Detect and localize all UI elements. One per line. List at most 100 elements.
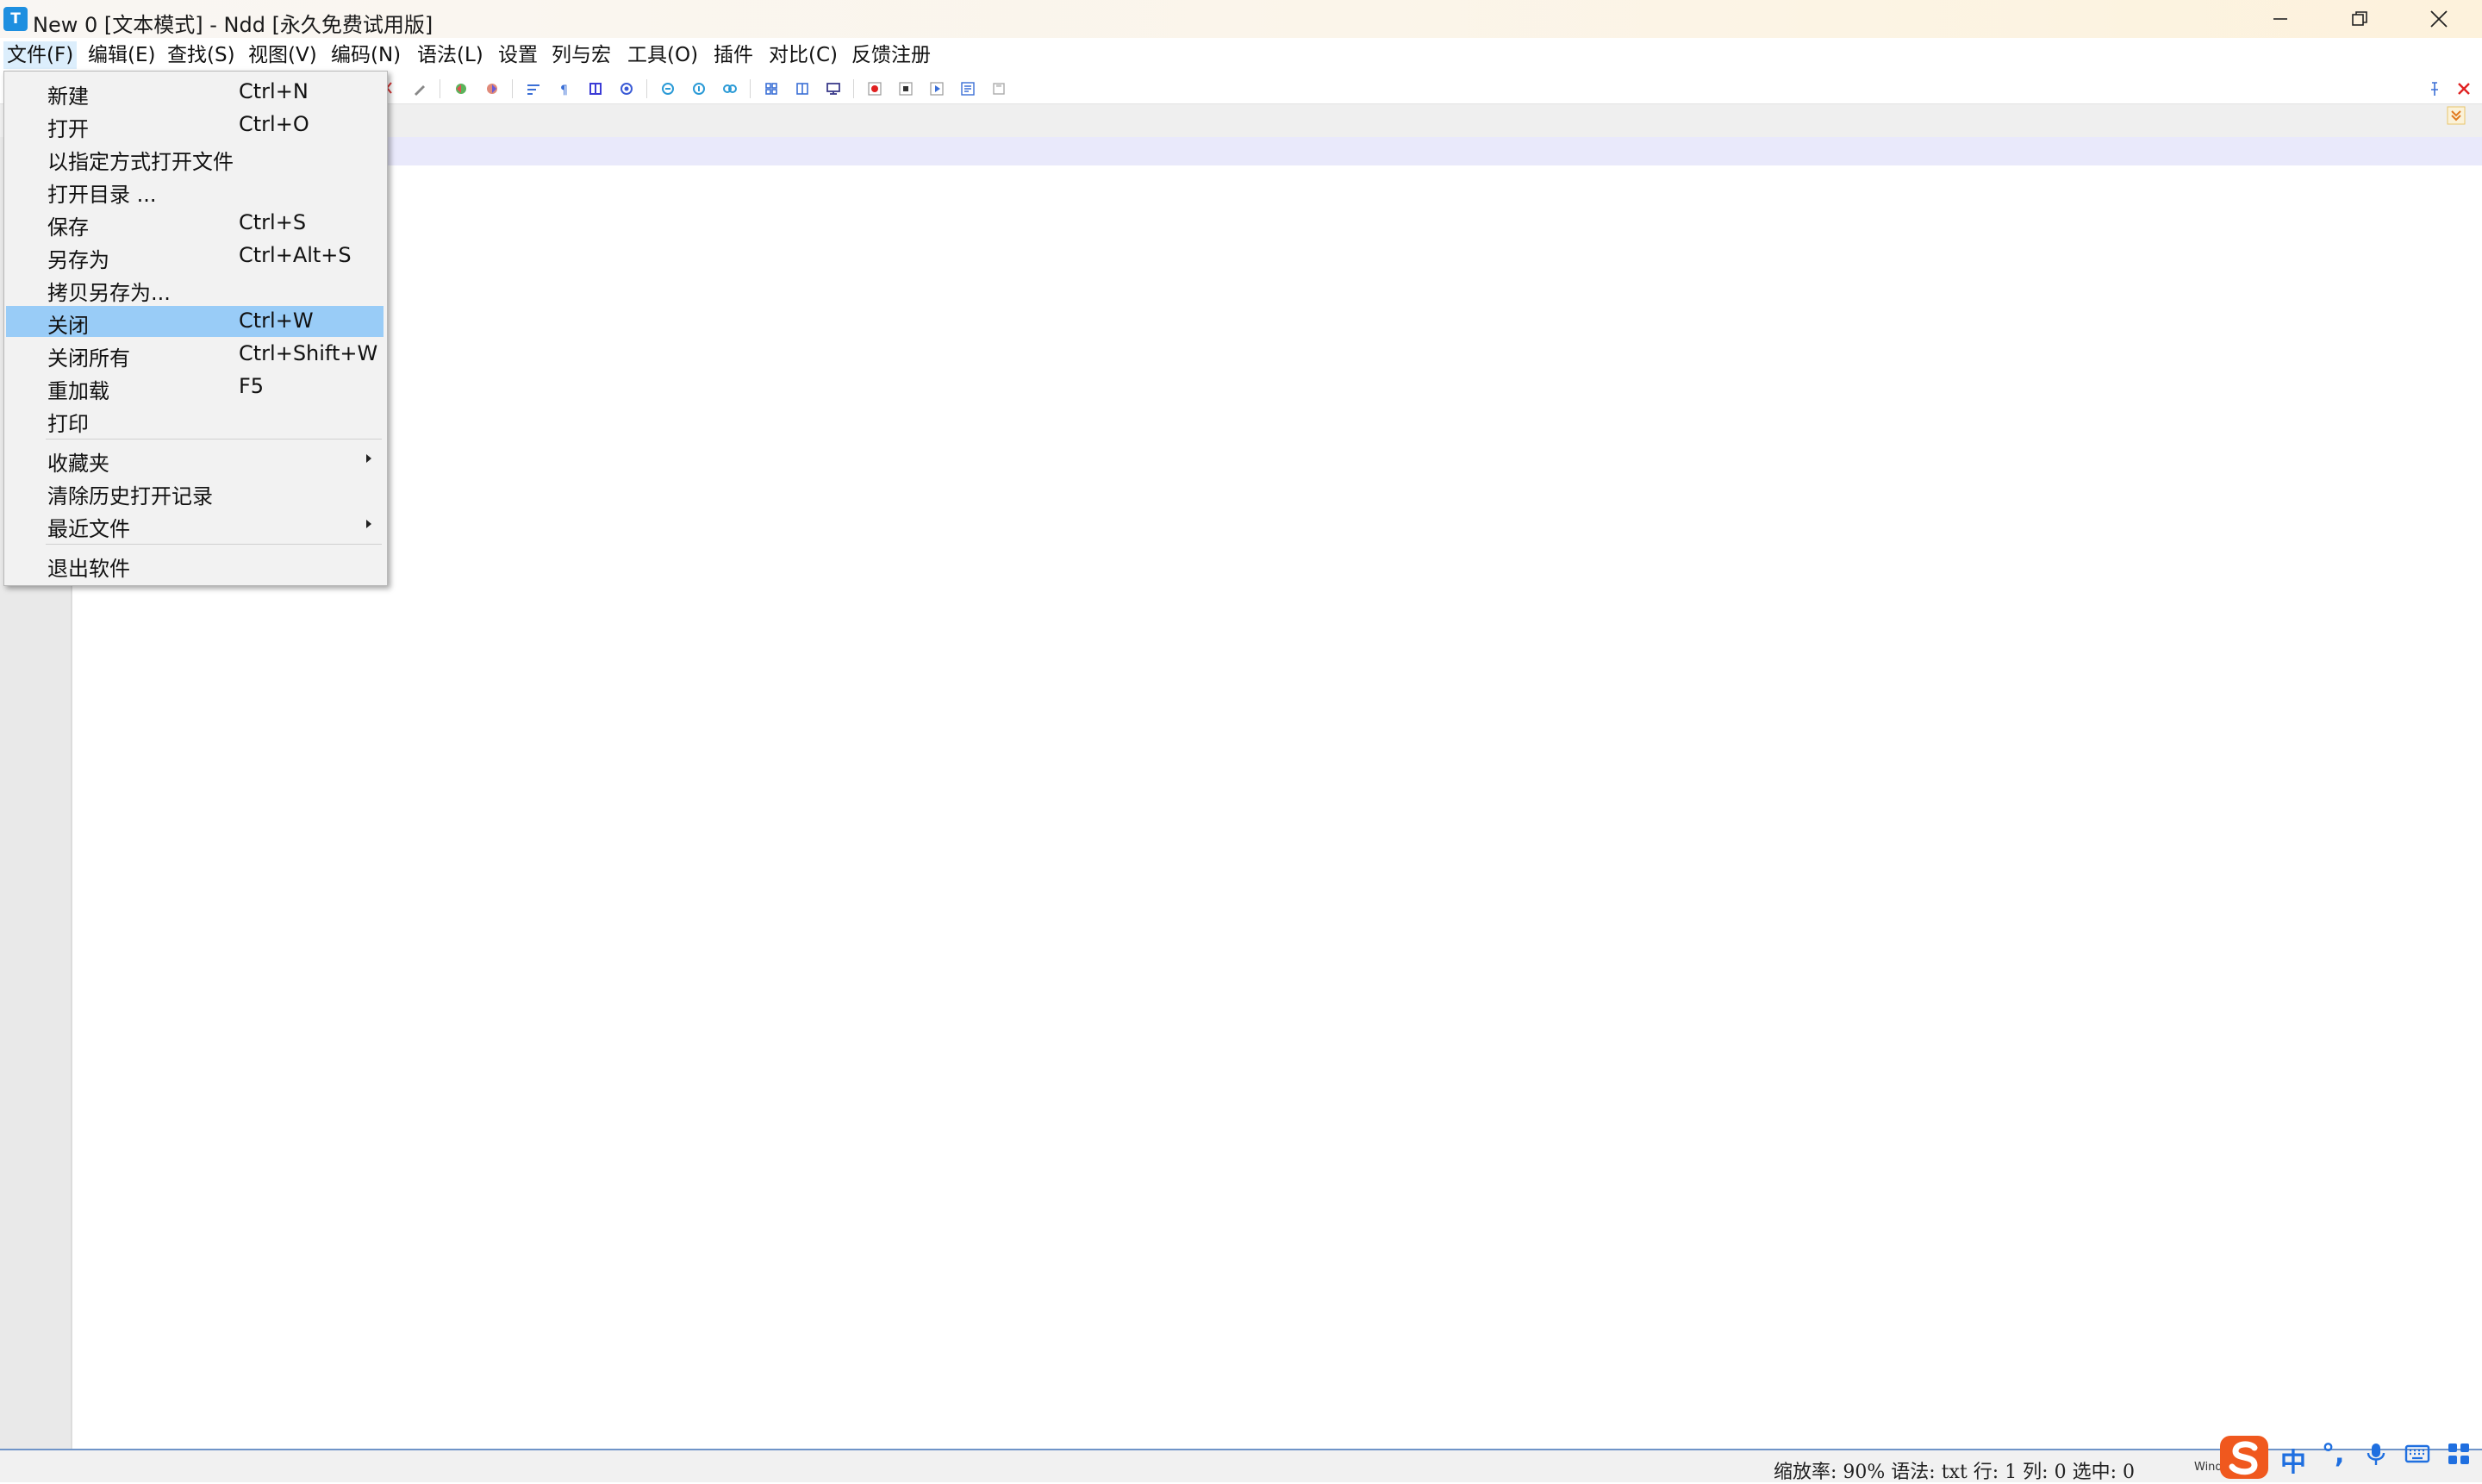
menu-column-macro[interactable]: 列与宏 [548,41,614,69]
ime-mode-label[interactable]: 中 [2280,1441,2306,1479]
menu-item-reload[interactable]: 重加载 F5 [6,371,384,403]
close-window-button[interactable] [2399,0,2479,38]
menu-compare[interactable]: 对比(C) [765,41,841,69]
menu-item-open[interactable]: 打开 Ctrl+O [6,109,384,141]
toolbar-separator [646,79,647,98]
menu-view[interactable]: 视图(V) [245,41,321,69]
menu-item-label: 收藏夹 [47,452,109,476]
tab-list-chevron-icon[interactable] [2446,105,2466,126]
menu-item-label: 另存为 [47,248,109,272]
menu-item-label: 关闭所有 [47,346,130,371]
split-view-icon[interactable] [795,81,810,97]
menu-encoding[interactable]: 编码(N) [327,41,404,69]
menu-item-shortcut: Ctrl+N [239,79,309,103]
menu-item-shortcut: Ctrl+S [239,210,307,234]
menu-item-label: 清除历史打开记录 [47,484,213,508]
minimize-button[interactable] [2241,0,2320,38]
pencil-icon[interactable] [412,81,427,97]
menu-item-open-with[interactable]: 以指定方式打开文件 [6,142,384,174]
word-wrap-icon[interactable] [526,81,541,97]
redo-icon[interactable] [484,81,500,97]
submenu-arrow-icon [366,454,371,463]
sogou-s-logo-icon[interactable] [2217,1431,2272,1482]
menu-syntax[interactable]: 语法(L) [414,41,487,69]
menu-item-shortcut: Ctrl+Alt+S [239,243,352,267]
menu-item-label: 关闭 [47,314,89,338]
menu-item-shortcut: F5 [239,374,265,398]
menu-find[interactable]: 查找(S) [164,41,239,69]
keyboard-icon[interactable] [2404,1441,2430,1467]
toolbar-separator [512,79,513,98]
menu-separator [46,544,382,545]
microphone-icon[interactable] [2363,1441,2389,1467]
pin-icon[interactable] [2427,81,2442,97]
submenu-arrow-icon [366,520,371,528]
file-menu-dropdown: 新建 Ctrl+N 打开 Ctrl+O 以指定方式打开文件 打开目录 ... 保… [3,71,388,586]
window-title: New 0 [文本模式] - Ndd [永久免费试用版] [33,13,433,37]
menu-tools[interactable]: 工具(O) [624,41,702,69]
toolbar-separator [750,79,751,98]
menu-item-label: 打开 [47,117,89,141]
menu-settings[interactable]: 设置 [495,41,541,69]
target-icon[interactable] [619,81,634,97]
menu-item-save[interactable]: 保存 Ctrl+S [6,208,384,240]
menu-item-label: 退出软件 [47,557,130,581]
indent-guide-icon[interactable] [588,81,603,97]
menu-plugins[interactable]: 插件 [710,41,757,69]
menu-item-save-as[interactable]: 另存为 Ctrl+Alt+S [6,240,384,272]
menu-item-label: 新建 [47,84,89,109]
menu-item-exit[interactable]: 退出软件 [6,549,384,581]
play-macro-icon[interactable] [929,81,945,97]
menu-item-shortcut: Ctrl+Shift+W [239,341,378,365]
zoom-in-icon[interactable] [660,81,676,97]
record-macro-icon[interactable] [867,81,882,97]
menu-item-close-all[interactable]: 关闭所有 Ctrl+Shift+W [6,339,384,371]
toolbar-separator [853,79,854,98]
svg-text:¶: ¶ [560,84,568,97]
menu-item-label: 最近文件 [47,517,130,541]
stop-macro-icon[interactable] [898,81,914,97]
menu-item-new[interactable]: 新建 Ctrl+N [6,77,384,109]
monitor-icon[interactable] [826,81,841,97]
minimize-icon [2273,18,2287,20]
app-icon: T [3,7,28,31]
menu-item-print[interactable]: 打印 [6,404,384,436]
grid-view-icon[interactable] [764,81,779,97]
menu-item-clear-history[interactable]: 清除历史打开记录 [6,477,384,508]
restore-icon [2352,11,2367,26]
menu-bar: 文件(F) 编辑(E) 查找(S) 视图(V) 编码(N) 语法(L) 设置 列… [0,38,2482,72]
menu-item-save-copy-as[interactable]: 拷贝另存为... [6,273,384,305]
menu-file[interactable]: 文件(F) [3,41,78,69]
save-macro-icon[interactable] [991,81,1007,97]
menu-item-recent-files[interactable]: 最近文件 [6,509,384,541]
menu-feedback-register[interactable]: 反馈注册 [848,41,934,69]
menu-item-shortcut: Ctrl+W [239,309,314,333]
menu-separator [46,439,382,440]
zoom-out-icon[interactable] [691,81,707,97]
status-text: 缩放率: 90% 语法: txt 行: 1 列: 0 选中: 0 [1774,1462,2135,1483]
menu-item-shortcut: Ctrl+O [239,112,309,136]
undo-icon[interactable] [453,81,469,97]
sync-scroll-icon[interactable] [722,81,738,97]
menu-item-label: 打开目录 ... [47,183,157,207]
close-icon [2430,10,2448,28]
menu-item-label: 保存 [47,215,89,240]
menu-item-favorites[interactable]: 收藏夹 [6,444,384,476]
menu-edit[interactable]: 编辑(E) [84,41,159,69]
menu-item-label: 打印 [47,412,89,436]
grid-icon[interactable] [2446,1441,2472,1467]
menu-item-close[interactable]: 关闭 Ctrl+W [6,306,384,338]
menu-item-label: 以指定方式打开文件 [47,150,234,174]
ime-punctuation-label[interactable]: °, [2322,1439,2344,1469]
run-macro-multiple-icon[interactable] [960,81,976,97]
close-tab-icon[interactable] [2456,81,2472,97]
menu-item-label: 拷贝另存为... [47,281,171,305]
title-bar: T New 0 [文本模式] - Ndd [永久免费试用版] [0,0,2482,38]
current-line-highlight [74,137,2482,165]
menu-item-open-directory[interactable]: 打开目录 ... [6,175,384,207]
show-symbols-icon[interactable]: ¶ [557,81,572,97]
status-bar: 缩放率: 90% 语法: txt 行: 1 列: 0 选中: 0 Wind [0,1449,2482,1483]
restore-button[interactable] [2320,0,2399,38]
menu-item-label: 重加载 [47,379,109,403]
editor-area[interactable] [74,137,2482,1449]
